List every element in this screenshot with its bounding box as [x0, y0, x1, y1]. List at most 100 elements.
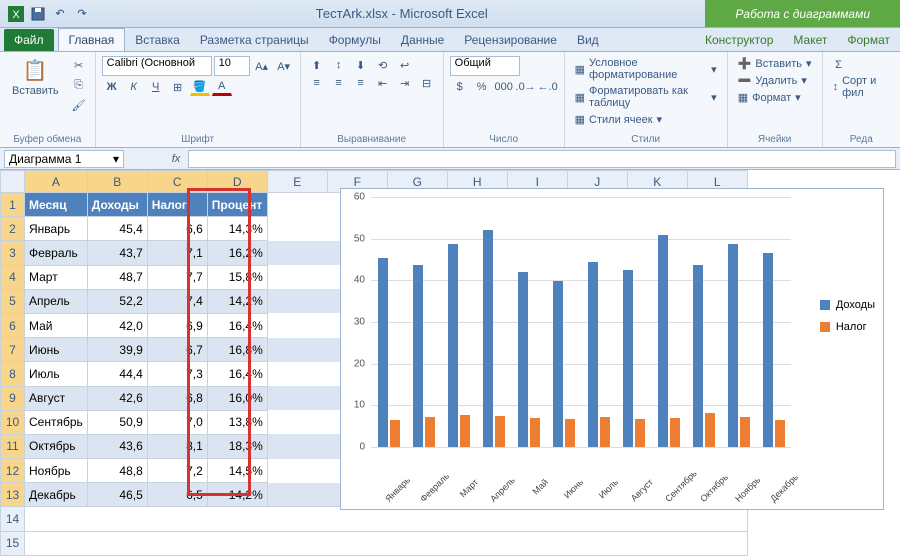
row-header[interactable]: 1: [1, 193, 25, 217]
increase-indent-button[interactable]: ⇥: [395, 74, 415, 92]
tab-chart-format[interactable]: Формат: [837, 29, 900, 51]
col-header[interactable]: D: [207, 171, 267, 193]
fill-color-button[interactable]: 🪣: [190, 78, 210, 96]
cell[interactable]: 44,4: [87, 362, 147, 386]
font-name-select[interactable]: Calibri (Основной: [102, 56, 212, 76]
fx-label[interactable]: fx: [164, 153, 188, 165]
redo-icon[interactable]: ↷: [74, 6, 90, 22]
autosum-button[interactable]: Σ: [829, 56, 849, 74]
cell[interactable]: 6,6: [147, 217, 207, 241]
cell[interactable]: 46,5: [87, 483, 147, 507]
merge-button[interactable]: ⊟: [417, 74, 437, 92]
cell[interactable]: 42,0: [87, 313, 147, 337]
embedded-chart[interactable]: 0102030405060 ЯнварьФевральМартАпрельМай…: [340, 188, 884, 510]
cell[interactable]: Налог: [147, 193, 207, 217]
row-header[interactable]: 15: [1, 531, 25, 555]
row-header[interactable]: 3: [1, 241, 25, 265]
tab-review[interactable]: Рецензирование: [454, 29, 567, 51]
row-header[interactable]: 10: [1, 410, 25, 434]
row-header[interactable]: 11: [1, 434, 25, 458]
decrease-decimal-button[interactable]: ←.0: [538, 78, 558, 96]
cell[interactable]: 6,9: [147, 313, 207, 337]
cell[interactable]: 52,2: [87, 289, 147, 313]
cell[interactable]: 6,7: [147, 338, 207, 362]
row-header[interactable]: 6: [1, 313, 25, 337]
cell[interactable]: Август: [25, 386, 88, 410]
align-left-button[interactable]: ≡: [307, 74, 327, 92]
copy-button[interactable]: ⎘: [69, 76, 89, 94]
insert-cells-button[interactable]: ➕Вставить ▾: [734, 56, 816, 71]
comma-button[interactable]: 000: [494, 78, 514, 96]
col-header[interactable]: C: [147, 171, 207, 193]
align-bottom-button[interactable]: ⬇: [351, 56, 371, 74]
orientation-button[interactable]: ⟲: [373, 56, 393, 74]
cell[interactable]: 14,3%: [207, 217, 267, 241]
cell[interactable]: 39,9: [87, 338, 147, 362]
cell[interactable]: Октябрь: [25, 434, 88, 458]
cell[interactable]: 16,4%: [207, 362, 267, 386]
col-header[interactable]: B: [87, 171, 147, 193]
row-header[interactable]: 7: [1, 338, 25, 362]
row-header[interactable]: 13: [1, 483, 25, 507]
cell[interactable]: Месяц: [25, 193, 88, 217]
decrease-indent-button[interactable]: ⇤: [373, 74, 393, 92]
increase-font-button[interactable]: A▴: [252, 57, 272, 75]
row-header[interactable]: 4: [1, 265, 25, 289]
cell[interactable]: 14,2%: [207, 483, 267, 507]
format-painter-button[interactable]: 🖌: [69, 96, 89, 114]
border-button[interactable]: ⊞: [168, 78, 188, 96]
cell[interactable]: 16,0%: [207, 386, 267, 410]
cell[interactable]: 43,6: [87, 434, 147, 458]
tab-home[interactable]: Главная: [58, 28, 126, 51]
col-header[interactable]: E: [267, 171, 327, 193]
cell[interactable]: 14,2%: [207, 289, 267, 313]
cell[interactable]: Июнь: [25, 338, 88, 362]
cell[interactable]: 7,7: [147, 265, 207, 289]
paste-button[interactable]: 📋 Вставить: [6, 56, 65, 114]
row-header[interactable]: 12: [1, 459, 25, 483]
cell[interactable]: 43,7: [87, 241, 147, 265]
row-header[interactable]: 9: [1, 386, 25, 410]
percent-button[interactable]: %: [472, 78, 492, 96]
cell[interactable]: 48,7: [87, 265, 147, 289]
decrease-font-button[interactable]: A▾: [274, 57, 294, 75]
cell[interactable]: Май: [25, 313, 88, 337]
bold-button[interactable]: Ж: [102, 78, 122, 96]
cell[interactable]: Июль: [25, 362, 88, 386]
col-header[interactable]: A: [25, 171, 88, 193]
cell[interactable]: 8,1: [147, 434, 207, 458]
sort-filter-button[interactable]: ↕Сорт и фил: [829, 74, 894, 100]
align-center-button[interactable]: ≡: [329, 74, 349, 92]
align-middle-button[interactable]: ↕: [329, 56, 349, 74]
cell[interactable]: 42,6: [87, 386, 147, 410]
italic-button[interactable]: К: [124, 78, 144, 96]
cell[interactable]: 16,8%: [207, 338, 267, 362]
row-header[interactable]: 2: [1, 217, 25, 241]
format-cells-button[interactable]: ▦Формат ▾: [734, 90, 816, 105]
tab-chart-layout[interactable]: Макет: [783, 29, 837, 51]
cell[interactable]: 7,4: [147, 289, 207, 313]
save-icon[interactable]: [30, 6, 46, 22]
cell[interactable]: 6,5: [147, 483, 207, 507]
delete-cells-button[interactable]: ➖Удалить ▾: [734, 73, 816, 88]
tab-data[interactable]: Данные: [391, 29, 454, 51]
cell[interactable]: 16,2%: [207, 241, 267, 265]
cell[interactable]: Февраль: [25, 241, 88, 265]
cell[interactable]: 16,4%: [207, 313, 267, 337]
tab-chart-design[interactable]: Конструктор: [695, 29, 783, 51]
cell[interactable]: 7,1: [147, 241, 207, 265]
tab-formulas[interactable]: Формулы: [319, 29, 391, 51]
undo-icon[interactable]: ↶: [52, 6, 68, 22]
cell[interactable]: Процент: [207, 193, 267, 217]
cell[interactable]: Ноябрь: [25, 459, 88, 483]
tab-insert[interactable]: Вставка: [125, 29, 190, 51]
name-box[interactable]: Диаграмма 1▾: [4, 150, 124, 168]
cell[interactable]: 15,8%: [207, 265, 267, 289]
increase-decimal-button[interactable]: .0→: [516, 78, 536, 96]
cell-styles-button[interactable]: ▦Стили ячеек ▾: [571, 112, 721, 127]
row-header[interactable]: 5: [1, 289, 25, 313]
align-right-button[interactable]: ≡: [351, 74, 371, 92]
font-color-button[interactable]: A: [212, 78, 232, 96]
cell[interactable]: Доходы: [87, 193, 147, 217]
row-header[interactable]: 8: [1, 362, 25, 386]
